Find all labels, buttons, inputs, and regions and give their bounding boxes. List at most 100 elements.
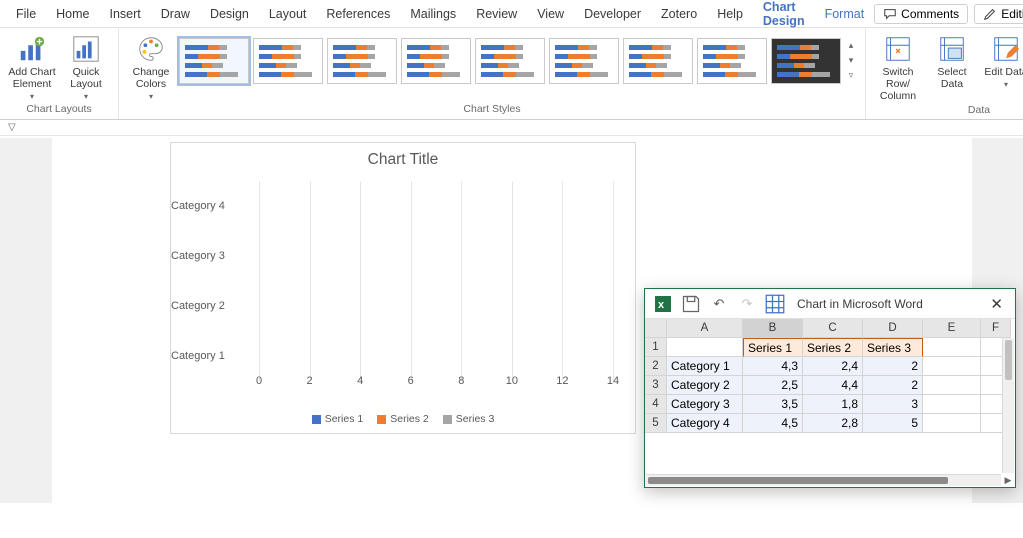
cell[interactable]: Series 3 <box>863 338 923 357</box>
save-icon[interactable] <box>681 294 701 314</box>
cell[interactable]: Category 4 <box>667 414 743 433</box>
column-header-B[interactable]: B <box>743 319 803 338</box>
chart-style-4[interactable] <box>401 38 471 84</box>
legend-item: Series 1 <box>312 413 364 425</box>
select-data-button[interactable]: Select Data <box>926 32 978 90</box>
chart-style-8[interactable] <box>697 38 767 84</box>
add-chart-element-button[interactable]: Add Chart Element ▾ <box>6 32 58 101</box>
column-header-C[interactable]: C <box>803 319 863 338</box>
scroll-thumb[interactable] <box>1005 340 1012 380</box>
x-tick: 12 <box>556 375 568 387</box>
column-header-D[interactable]: D <box>863 319 923 338</box>
cell[interactable]: 2,4 <box>803 357 863 376</box>
cell[interactable]: 1,8 <box>803 395 863 414</box>
chart-style-2[interactable] <box>253 38 323 84</box>
chart-layouts-group: Add Chart Element ▾ Quick Layout ▾ Chart… <box>0 28 119 119</box>
edit-data-button[interactable]: Edit Data ▾ <box>980 32 1023 89</box>
styles-expand-button[interactable]: ▴ ▾ ▿ <box>843 32 859 81</box>
row-header[interactable]: 1 <box>645 338 667 357</box>
close-icon[interactable]: ✕ <box>986 295 1007 313</box>
ribbon-collapse-row: ▽ <box>0 120 1023 136</box>
switch-row-column-button[interactable]: Switch Row/ Column <box>872 32 924 102</box>
cell[interactable]: 4,3 <box>743 357 803 376</box>
menu-layout[interactable]: Layout <box>259 3 317 25</box>
cell[interactable]: Category 3 <box>667 395 743 414</box>
cell[interactable] <box>923 338 981 357</box>
row-header[interactable]: 3 <box>645 376 667 395</box>
scrollbar-horizontal[interactable] <box>646 474 1001 486</box>
menu-developer[interactable]: Developer <box>574 3 651 25</box>
scroll-thumb[interactable] <box>648 477 948 484</box>
chart-style-6[interactable] <box>549 38 619 84</box>
add-chart-element-label: Add Chart Element <box>6 66 58 90</box>
row-header[interactable]: 5 <box>645 414 667 433</box>
cell[interactable]: 5 <box>863 414 923 433</box>
cell[interactable]: 3 <box>863 395 923 414</box>
cell[interactable]: 3,5 <box>743 395 803 414</box>
collapse-ribbon-icon[interactable]: ▽ <box>8 122 16 133</box>
undo-icon[interactable]: ↶ <box>709 294 729 314</box>
scrollbar-vertical[interactable] <box>1002 338 1014 473</box>
plot-grid <box>259 181 613 381</box>
chevron-down-icon: ▾ <box>30 92 34 101</box>
cell[interactable] <box>923 357 981 376</box>
cell[interactable]: 4,5 <box>743 414 803 433</box>
cell[interactable] <box>923 414 981 433</box>
cell[interactable]: Series 2 <box>803 338 863 357</box>
menu-insert[interactable]: Insert <box>100 3 151 25</box>
cell[interactable] <box>923 395 981 414</box>
editing-dropdown[interactable]: Editing ▾ <box>974 4 1023 24</box>
x-tick: 0 <box>256 375 262 387</box>
menu-mailings[interactable]: Mailings <box>400 3 466 25</box>
menu-file[interactable]: File <box>6 3 46 25</box>
menu-draw[interactable]: Draw <box>151 3 200 25</box>
cell[interactable]: Category 1 <box>667 357 743 376</box>
menu-references[interactable]: References <box>316 3 400 25</box>
chart-style-1[interactable] <box>179 38 249 84</box>
menu-view[interactable]: View <box>527 3 574 25</box>
comments-button[interactable]: Comments <box>874 4 968 24</box>
menu-review[interactable]: Review <box>466 3 527 25</box>
cell[interactable]: Category 2 <box>667 376 743 395</box>
cell[interactable]: 4,4 <box>803 376 863 395</box>
column-header-A[interactable]: A <box>667 319 743 338</box>
cell[interactable]: Series 1 <box>743 338 803 357</box>
spreadsheet-area[interactable]: ABCDEF1Series 1Series 2Series 32Category… <box>645 319 1015 487</box>
chart-styles-group: Change Colors ▾ ▴ ▾ ▿ Chart Styles <box>119 28 866 119</box>
chevron-down-icon: ▾ <box>849 55 854 66</box>
chart-object[interactable]: Chart Title Category 4Category 3Category… <box>170 142 636 434</box>
menu-chart-design[interactable]: Chart Design <box>753 0 815 32</box>
select-all-cell[interactable] <box>645 319 667 338</box>
chart-style-3[interactable] <box>327 38 397 84</box>
menu-zotero[interactable]: Zotero <box>651 3 707 25</box>
menu-bar: File Home Insert Draw Design Layout Refe… <box>0 0 1023 28</box>
cell[interactable]: 2 <box>863 376 923 395</box>
chart-style-5[interactable] <box>475 38 545 84</box>
cell[interactable]: 2,8 <box>803 414 863 433</box>
menu-design[interactable]: Design <box>200 3 259 25</box>
category-label: Category 4 <box>171 200 251 212</box>
menu-help[interactable]: Help <box>707 3 753 25</box>
chart-style-9[interactable] <box>771 38 841 84</box>
spreadsheet-grid[interactable]: ABCDEF1Series 1Series 2Series 32Category… <box>645 319 1015 433</box>
grid-icon[interactable] <box>765 294 785 314</box>
chart-style-7[interactable] <box>623 38 693 84</box>
change-colors-button[interactable]: Change Colors ▾ <box>125 32 177 101</box>
chart-data-titlebar[interactable]: x ↶ ↷ Chart in Microsoft Word ✕ <box>645 289 1015 319</box>
row-header[interactable]: 2 <box>645 357 667 376</box>
legend-item: Series 2 <box>377 413 429 425</box>
cell[interactable] <box>667 338 743 357</box>
menu-home[interactable]: Home <box>46 3 99 25</box>
quick-layout-button[interactable]: Quick Layout ▾ <box>60 32 112 101</box>
cell[interactable]: 2,5 <box>743 376 803 395</box>
palette-icon <box>136 34 166 64</box>
x-tick: 8 <box>458 375 464 387</box>
menu-format[interactable]: Format <box>815 3 875 25</box>
chart-data-window[interactable]: x ↶ ↷ Chart in Microsoft Word ✕ ABCDEF 1 S… <box>644 288 1016 488</box>
category-label: Category 3 <box>171 250 251 262</box>
row-header[interactable]: 4 <box>645 395 667 414</box>
column-header-E[interactable]: E <box>923 319 981 338</box>
cell[interactable] <box>923 376 981 395</box>
cell[interactable]: 2 <box>863 357 923 376</box>
column-header-F[interactable]: F <box>981 319 1011 338</box>
